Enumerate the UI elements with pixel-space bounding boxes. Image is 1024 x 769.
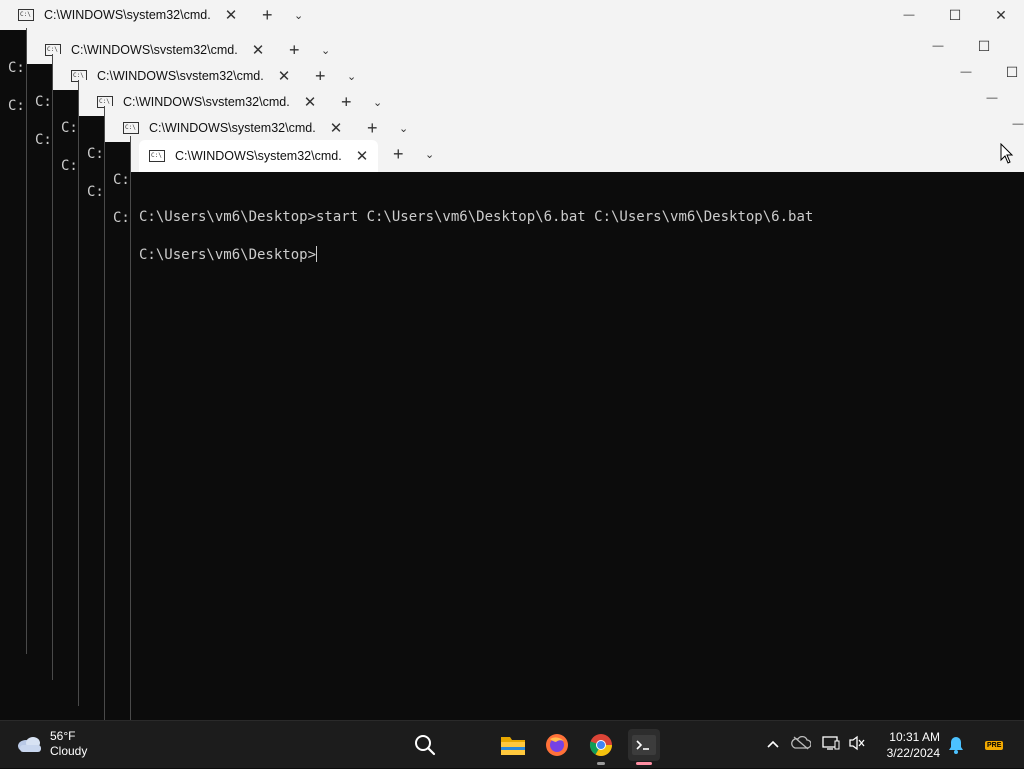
- close-tab-icon[interactable]: ✕: [225, 6, 238, 24]
- close-tab-icon[interactable]: ✕: [330, 119, 343, 137]
- tab-title: C:\WINDOWS\system32\cmd.: [44, 8, 211, 22]
- new-tab-button[interactable]: +: [262, 0, 273, 30]
- console-peek: C:: [61, 120, 78, 136]
- mouse-pointer-icon: [1000, 143, 1014, 164]
- titlebar[interactable]: C:\WINDOWS\system32\cmd. ✕ + ⌄: [131, 136, 1024, 172]
- console-output[interactable]: C:\Users\vm6\Desktop>start C:\Users\vm6\…: [139, 198, 1024, 274]
- console-peek: C:: [8, 98, 25, 114]
- console-prompt-line[interactable]: C:\Users\vm6\Desktop>: [139, 236, 1024, 274]
- taskbar[interactable]: 56°F Cloudy 10:31 AM 3/22/2024 PRE: [0, 720, 1024, 768]
- network-icon[interactable]: [818, 735, 844, 756]
- file-explorer-icon[interactable]: [497, 729, 529, 761]
- console-peek: C:: [8, 60, 25, 76]
- text-cursor: [316, 246, 318, 262]
- minimize-button[interactable]: —: [886, 0, 932, 30]
- console-peek: C:: [35, 94, 52, 110]
- tab-active[interactable]: C:\WINDOWS\system32\cmd. ✕: [139, 140, 379, 172]
- terminal-icon[interactable]: [628, 729, 660, 761]
- pre-badge[interactable]: PRE: [985, 721, 1004, 769]
- console-peek: C:: [113, 210, 130, 226]
- cmd-window-active[interactable]: C:\WINDOWS\system32\cmd. ✕ + ⌄ C:\Users\…: [130, 136, 1024, 720]
- firefox-icon[interactable]: [541, 729, 573, 761]
- chrome-icon[interactable]: [585, 729, 617, 761]
- weather-temp: 56°F: [50, 729, 76, 743]
- cloud-icon: [18, 737, 41, 752]
- tab-dropdown-button[interactable]: ⌄: [425, 136, 434, 172]
- active-indicator: [636, 762, 652, 765]
- clock[interactable]: 10:31 AM 3/22/2024: [887, 729, 940, 761]
- notification-bell-icon[interactable]: [947, 721, 965, 769]
- pre-badge-label: PRE: [985, 740, 1004, 750]
- tab[interactable]: C:\WINDOWS\system32\cmd. ✕: [18, 0, 237, 30]
- restore-button[interactable]: ☐: [932, 0, 978, 30]
- tab-dropdown-button[interactable]: ⌄: [294, 0, 303, 30]
- console-peek: C:: [87, 146, 104, 162]
- console-line: C:\Users\vm6\Desktop>start C:\Users\vm6\…: [139, 209, 814, 225]
- onedrive-offline-icon[interactable]: [784, 735, 818, 755]
- console-peek: C:: [87, 184, 104, 200]
- chevron-up-icon[interactable]: [762, 736, 784, 754]
- tab-title: C:\WINDOWS\system32\cmd.: [149, 121, 316, 135]
- weather-widget[interactable]: 56°F Cloudy: [16, 729, 87, 759]
- clock-date: 3/22/2024: [886, 746, 940, 760]
- clock-time: 10:31 AM: [889, 730, 940, 744]
- console-icon: [149, 150, 165, 162]
- weather-condition: Cloudy: [50, 744, 88, 758]
- console-peek: C:: [61, 158, 78, 174]
- console-icon: [123, 122, 139, 134]
- console-icon: [18, 9, 34, 21]
- close-tab-icon[interactable]: ✕: [356, 147, 369, 165]
- system-tray[interactable]: [762, 721, 870, 769]
- volume-muted-icon[interactable]: [844, 735, 870, 756]
- search-icon[interactable]: [409, 729, 441, 761]
- console-peek: C:: [35, 132, 52, 148]
- console-prompt: C:\Users\vm6\Desktop>: [139, 247, 317, 263]
- console-peek: C:: [113, 172, 130, 188]
- running-indicator: [597, 762, 605, 765]
- tab-title: C:\WINDOWS\system32\cmd.: [175, 149, 342, 163]
- titlebar[interactable]: C:\WINDOWS\system32\cmd. ✕ + ⌄ — ☐ ✕: [0, 0, 1024, 30]
- close-window-button[interactable]: ✕: [978, 0, 1024, 30]
- new-tab-button[interactable]: +: [393, 136, 404, 172]
